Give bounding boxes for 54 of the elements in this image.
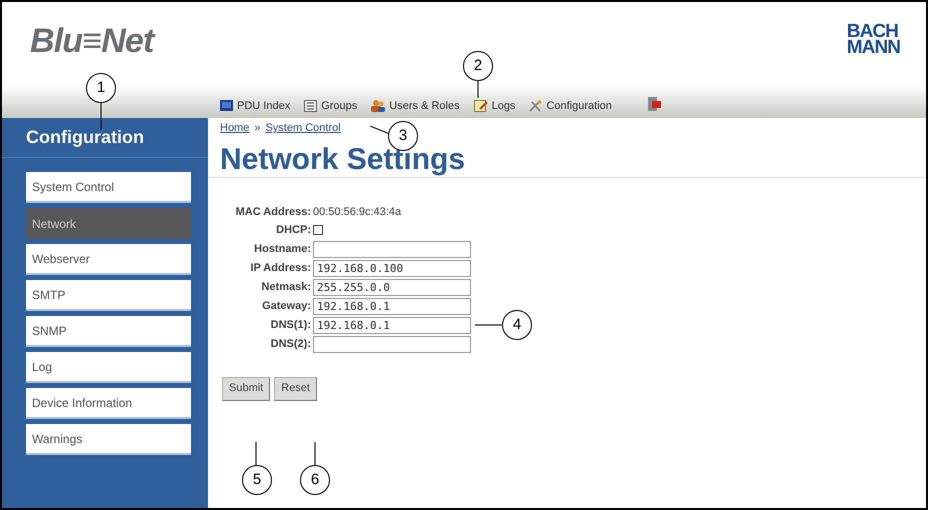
exit-icon[interactable] <box>648 97 661 111</box>
field-label: Gateway: <box>261 298 311 314</box>
callout-marker: 4 <box>502 310 532 340</box>
nav-link[interactable]: Configuration <box>546 98 612 114</box>
sidebar-item[interactable]: Device Information <box>26 388 191 419</box>
input-field[interactable]: 192.168.0.1 <box>313 298 471 314</box>
field-label: Netmask: <box>260 280 311 295</box>
field-label: IP Address: <box>249 260 311 276</box>
brand-logo: BACH MANN <box>846 20 900 56</box>
sidebar-item[interactable]: Warnings <box>26 424 191 455</box>
field-label: Hostname: <box>253 242 311 257</box>
mac-address-value: 00:50:56:9c:43:4a <box>313 204 402 220</box>
leader-line <box>477 80 479 98</box>
grid-icon <box>304 100 318 112</box>
leader-line <box>255 442 257 466</box>
input-field[interactable] <box>313 240 471 258</box>
breadcrumb-link[interactable]: System Control <box>265 120 341 136</box>
checkbox[interactable] <box>313 225 323 236</box>
nav-link[interactable]: PDU Index <box>237 98 290 114</box>
sidebar-item[interactable]: System Control <box>26 172 191 203</box>
sidebar-item[interactable]: SMTP <box>26 280 191 311</box>
logo: Blu≡Net <box>30 21 154 62</box>
input-field[interactable] <box>313 336 471 352</box>
input-field[interactable]: 192.168.0.1 <box>313 316 471 334</box>
sidebar-title: Configuration <box>26 126 144 149</box>
field-label: DNS(1): <box>270 318 311 333</box>
sidebar-item[interactable]: Log <box>26 352 191 383</box>
input-field[interactable]: 255.255.0.0 <box>313 278 471 296</box>
nav-link[interactable]: Logs <box>492 98 516 114</box>
leader-line <box>100 102 102 130</box>
field-label: DHCP: <box>275 223 311 238</box>
nav-link[interactable]: Users & Roles <box>389 98 460 114</box>
monitor-icon <box>220 100 233 112</box>
form-button[interactable]: Reset <box>274 376 317 400</box>
sidebar-item[interactable]: Network <box>26 208 191 239</box>
users-icon <box>371 100 386 112</box>
callout-marker: 2 <box>463 51 493 81</box>
callout-marker: 1 <box>86 73 116 103</box>
form-button[interactable]: Submit <box>222 376 270 400</box>
input-field[interactable]: 192.168.0.100 <box>313 260 471 276</box>
leader-line <box>475 324 503 326</box>
notepad-icon <box>474 100 488 112</box>
breadcrumb-link[interactable]: Home <box>220 120 250 136</box>
leader-line <box>314 442 316 466</box>
breadcrumb-separator: » <box>254 121 260 136</box>
leader-line <box>370 126 390 134</box>
tools-icon <box>529 100 542 112</box>
sidebar-item[interactable]: SNMP <box>26 316 191 347</box>
field-label: DNS(2): <box>270 336 311 352</box>
sidebar-item[interactable]: Webserver <box>26 244 191 275</box>
field-label: MAC Address: <box>234 204 311 220</box>
callout-marker: 5 <box>242 465 272 495</box>
nav-link[interactable]: Groups <box>321 98 358 114</box>
callout-marker: 6 <box>300 465 330 495</box>
